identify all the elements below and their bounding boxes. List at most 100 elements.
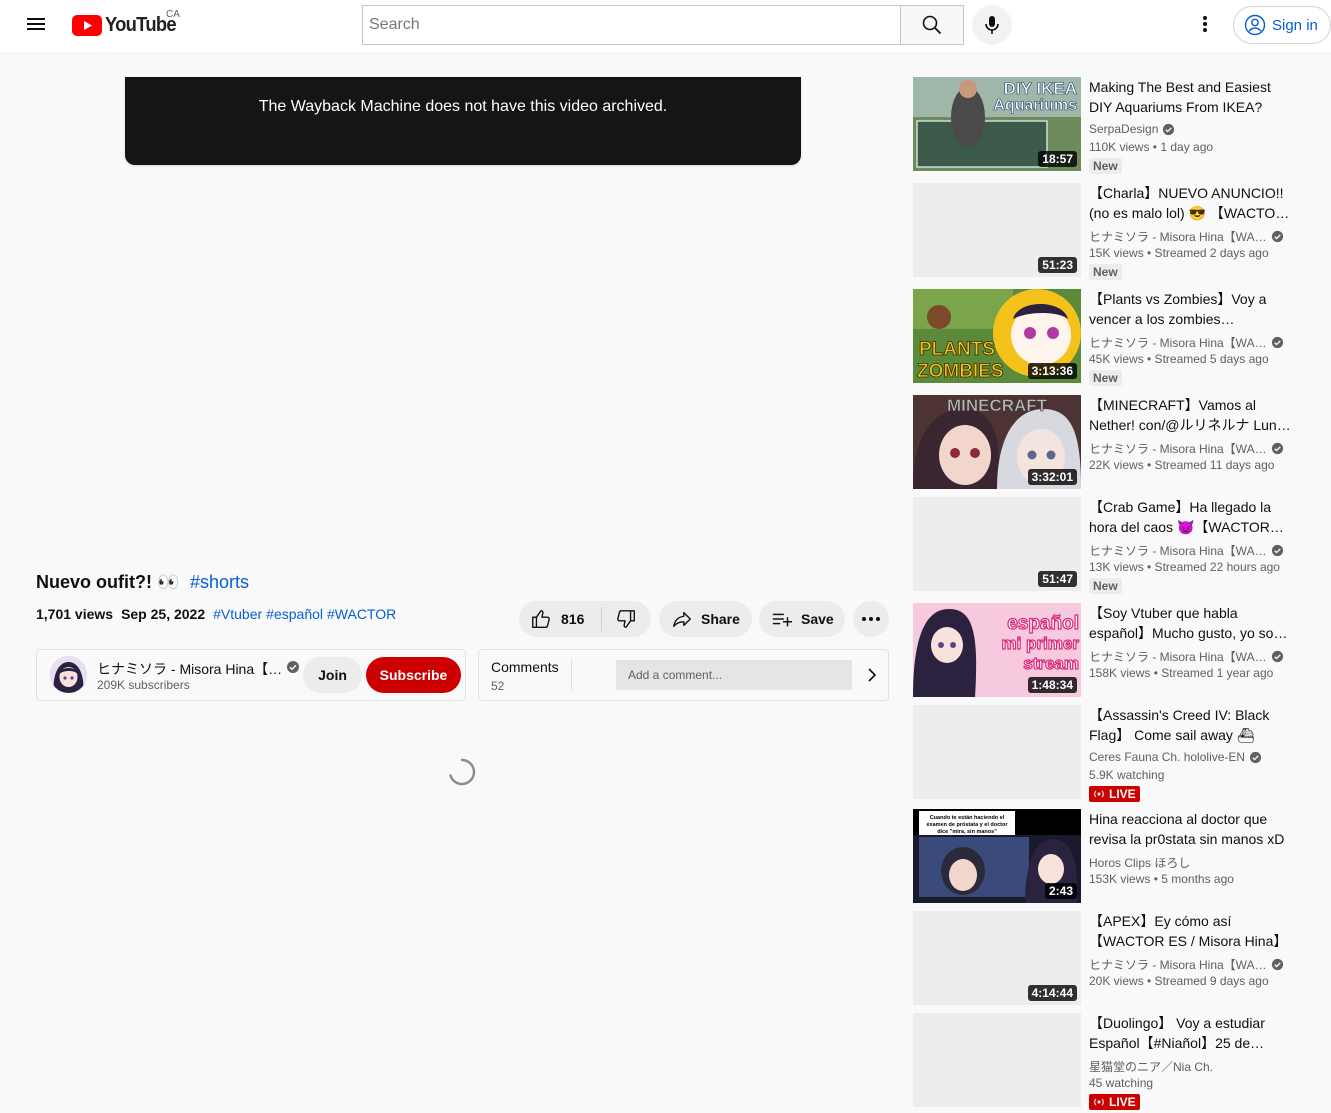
channel-label: ヒナミソラ - Misora Hina【WACTOR ES】 bbox=[1089, 336, 1267, 350]
recommended-video[interactable]: PLANTS ZOMBIES 3:13:36 【Plants vs Zombies】V… bbox=[913, 289, 1331, 386]
recommended-video[interactable]: MINECRAFT 3:32:01 【MINECRAFT】Vamos al Neth… bbox=[913, 395, 1331, 491]
recommended-video[interactable]: 【Duolingo】 Voy a estudiar Español【#Niaño… bbox=[913, 1013, 1331, 1110]
recommended-video-channel[interactable]: 星猫堂のニア／Nia Ch. bbox=[1089, 1058, 1213, 1075]
live-label: LIVE bbox=[1109, 1095, 1136, 1109]
share-icon bbox=[673, 611, 691, 628]
subscribe-button[interactable]: Subscribe bbox=[366, 657, 461, 693]
svg-text:Cuando te están haciendo el: Cuando te están haciendo el bbox=[930, 815, 1005, 821]
recommended-video-title[interactable]: 【Charla】NUEVO ANUNCIO!! (no es malo lol)… bbox=[1089, 183, 1291, 223]
voice-search-button[interactable] bbox=[972, 5, 1012, 45]
thumb-text: Aquariums bbox=[993, 97, 1077, 114]
video-thumbnail[interactable]: MINECRAFT 3:32:01 bbox=[913, 395, 1081, 489]
video-thumbnail[interactable]: Cuando te están haciendo el examen de pró… bbox=[913, 809, 1081, 903]
add-comment-field[interactable]: Add a comment... bbox=[616, 660, 852, 690]
recommended-video[interactable]: 51:47 【Crab Game】Ha llegado la hora del c… bbox=[913, 497, 1331, 594]
recommended-video-title[interactable]: Hina reacciona al doctor que revisa la p… bbox=[1089, 809, 1291, 849]
recommended-video-channel[interactable]: Ceres Fauna Ch. hololive-EN bbox=[1089, 750, 1262, 764]
verified-icon bbox=[1271, 230, 1284, 243]
hashtag-link[interactable]: #Vtuber bbox=[213, 606, 262, 622]
search-box[interactable] bbox=[362, 5, 901, 45]
new-badge: New bbox=[1089, 264, 1122, 280]
recommended-video-channel[interactable]: ヒナミソラ - Misora Hina【WACTOR ES】 bbox=[1089, 542, 1284, 559]
video-thumbnail[interactable] bbox=[913, 705, 1081, 799]
recommended-video-channel[interactable]: ヒナミソラ - Misora Hina【WACTOR ES】 bbox=[1089, 956, 1284, 973]
thumb-text: mi primer bbox=[1002, 634, 1080, 653]
recommended-video-title[interactable]: 【Plants vs Zombies】Voy a vencer a los zo… bbox=[1089, 289, 1291, 329]
video-duration: 3:13:36 bbox=[1027, 363, 1077, 379]
new-badge: New bbox=[1089, 370, 1122, 386]
recommended-video[interactable]: 4:14:44 【APEX】Ey cómo así【WACTOR ES / Mis… bbox=[913, 911, 1331, 1007]
recommended-video-channel[interactable]: Horos Clips ほろし bbox=[1089, 854, 1190, 871]
recommended-video[interactable]: Cuando te están haciendo el examen de pró… bbox=[913, 809, 1331, 905]
live-badge: LIVE bbox=[1089, 1094, 1140, 1110]
settings-menu-button[interactable] bbox=[1189, 8, 1221, 40]
save-label: Save bbox=[801, 611, 834, 627]
title-hashtag[interactable]: #shorts bbox=[190, 572, 249, 593]
recommended-video[interactable]: español mi primer stream 1:48:34 【Soy Vtuber… bbox=[913, 603, 1331, 699]
dot bbox=[1203, 22, 1207, 26]
recommended-video-title[interactable]: 【Assassin's Creed IV: Black Flag】 Come s… bbox=[1089, 705, 1291, 745]
hashtag-link[interactable]: #español bbox=[266, 606, 323, 622]
share-button[interactable]: Share bbox=[659, 601, 752, 637]
recommended-video-title[interactable]: 【Soy Vtuber que habla español】Mucho gust… bbox=[1089, 603, 1291, 643]
like-count: 816 bbox=[561, 611, 585, 627]
hashtag-link[interactable]: #WACTOR bbox=[327, 606, 396, 622]
menu-line bbox=[27, 28, 45, 30]
recommended-video[interactable]: 【Assassin's Creed IV: Black Flag】 Come s… bbox=[913, 705, 1331, 802]
chevron-right-icon bbox=[868, 668, 877, 682]
video-player[interactable]: The Wayback Machine does not have this v… bbox=[125, 77, 801, 165]
sign-in-button[interactable]: Sign in bbox=[1233, 6, 1331, 44]
search-icon bbox=[922, 15, 942, 35]
new-badge: New bbox=[1089, 578, 1122, 594]
search-button[interactable] bbox=[900, 5, 964, 45]
search-input[interactable] bbox=[363, 6, 900, 44]
recommended-video-meta: 45K views • Streamed 5 days ago bbox=[1089, 352, 1269, 366]
recommended-video[interactable]: DIY IKEA Aquariums 18:57 Making The Best an… bbox=[913, 77, 1331, 174]
recommended-video-title[interactable]: 【APEX】Ey cómo así【WACTOR ES / Misora Hin… bbox=[1089, 911, 1291, 951]
thumb-text: stream bbox=[1023, 654, 1079, 673]
dot bbox=[862, 617, 866, 621]
video-duration: 4:14:44 bbox=[1027, 985, 1077, 1001]
recommended-video-meta: 20K views • Streamed 9 days ago bbox=[1089, 974, 1269, 988]
save-button[interactable]: Save bbox=[759, 601, 845, 637]
dislike-button[interactable] bbox=[602, 601, 650, 637]
like-button[interactable]: 816 bbox=[519, 601, 601, 637]
video-thumbnail[interactable]: 4:14:44 bbox=[913, 911, 1081, 1005]
recommended-video-meta: 22K views • Streamed 11 days ago bbox=[1089, 458, 1275, 472]
more-actions-button[interactable] bbox=[853, 601, 889, 637]
video-thumbnail[interactable]: español mi primer stream 1:48:34 bbox=[913, 603, 1081, 697]
recommended-video-meta: 5.9K watching bbox=[1089, 768, 1165, 782]
recommended-video-channel[interactable]: ヒナミソラ - Misora Hina【WACTOR ES】 bbox=[1089, 648, 1284, 665]
video-thumbnail[interactable] bbox=[913, 1013, 1081, 1107]
recommended-video-title[interactable]: 【MINECRAFT】Vamos al Nether! con/@ルリネルナ L… bbox=[1089, 395, 1291, 435]
hamburger-menu-button[interactable] bbox=[20, 8, 52, 40]
video-thumbnail[interactable]: PLANTS ZOMBIES 3:13:36 bbox=[913, 289, 1081, 383]
recommended-video-title[interactable]: 【Duolingo】 Voy a estudiar Español【#Niaño… bbox=[1089, 1013, 1291, 1053]
thumbs-up-icon bbox=[532, 610, 550, 628]
verified-icon bbox=[1250, 751, 1262, 763]
recommended-video-channel[interactable]: ヒナミソラ - Misora Hina【WACTOR ES】 bbox=[1089, 334, 1284, 351]
recommended-video[interactable]: 51:23 【Charla】NUEVO ANUNCIO!! (no es malo… bbox=[913, 183, 1331, 280]
microphone-icon bbox=[985, 16, 999, 34]
join-button[interactable]: Join bbox=[303, 657, 362, 693]
video-duration: 51:23 bbox=[1038, 257, 1077, 273]
avatar-image bbox=[50, 656, 87, 693]
comments-count: 52 bbox=[491, 679, 505, 693]
comments-card[interactable]: Comments 52 Add a comment... bbox=[478, 649, 889, 701]
video-duration: 51:47 bbox=[1038, 571, 1077, 587]
recommended-video-title[interactable]: 【Crab Game】Ha llegado la hora del caos 😈… bbox=[1089, 497, 1291, 537]
recommended-video-channel[interactable]: SerpaDesign bbox=[1089, 122, 1175, 136]
sign-in-label: Sign in bbox=[1272, 16, 1318, 34]
video-thumbnail[interactable]: 51:47 bbox=[913, 497, 1081, 591]
recommended-video-title[interactable]: Making The Best and Easiest DIY Aquarium… bbox=[1089, 77, 1291, 117]
channel-name[interactable]: ヒナミソラ - Misora Hina【WACTOR ES】 bbox=[97, 659, 287, 679]
video-thumbnail[interactable]: 51:23 bbox=[913, 183, 1081, 277]
channel-avatar[interactable] bbox=[50, 656, 87, 693]
video-thumbnail[interactable]: DIY IKEA Aquariums 18:57 bbox=[913, 77, 1081, 171]
dot bbox=[869, 617, 873, 621]
recommended-video-channel[interactable]: ヒナミソラ - Misora Hina【WACTOR ES】 bbox=[1089, 440, 1284, 457]
like-dislike-group: 816 bbox=[519, 601, 651, 637]
channel-label: ヒナミソラ - Misora Hina【WACTOR ES】 bbox=[1089, 230, 1267, 244]
recommended-video-channel[interactable]: ヒナミソラ - Misora Hina【WACTOR ES】 bbox=[1089, 228, 1284, 245]
youtube-play-icon bbox=[72, 14, 102, 36]
